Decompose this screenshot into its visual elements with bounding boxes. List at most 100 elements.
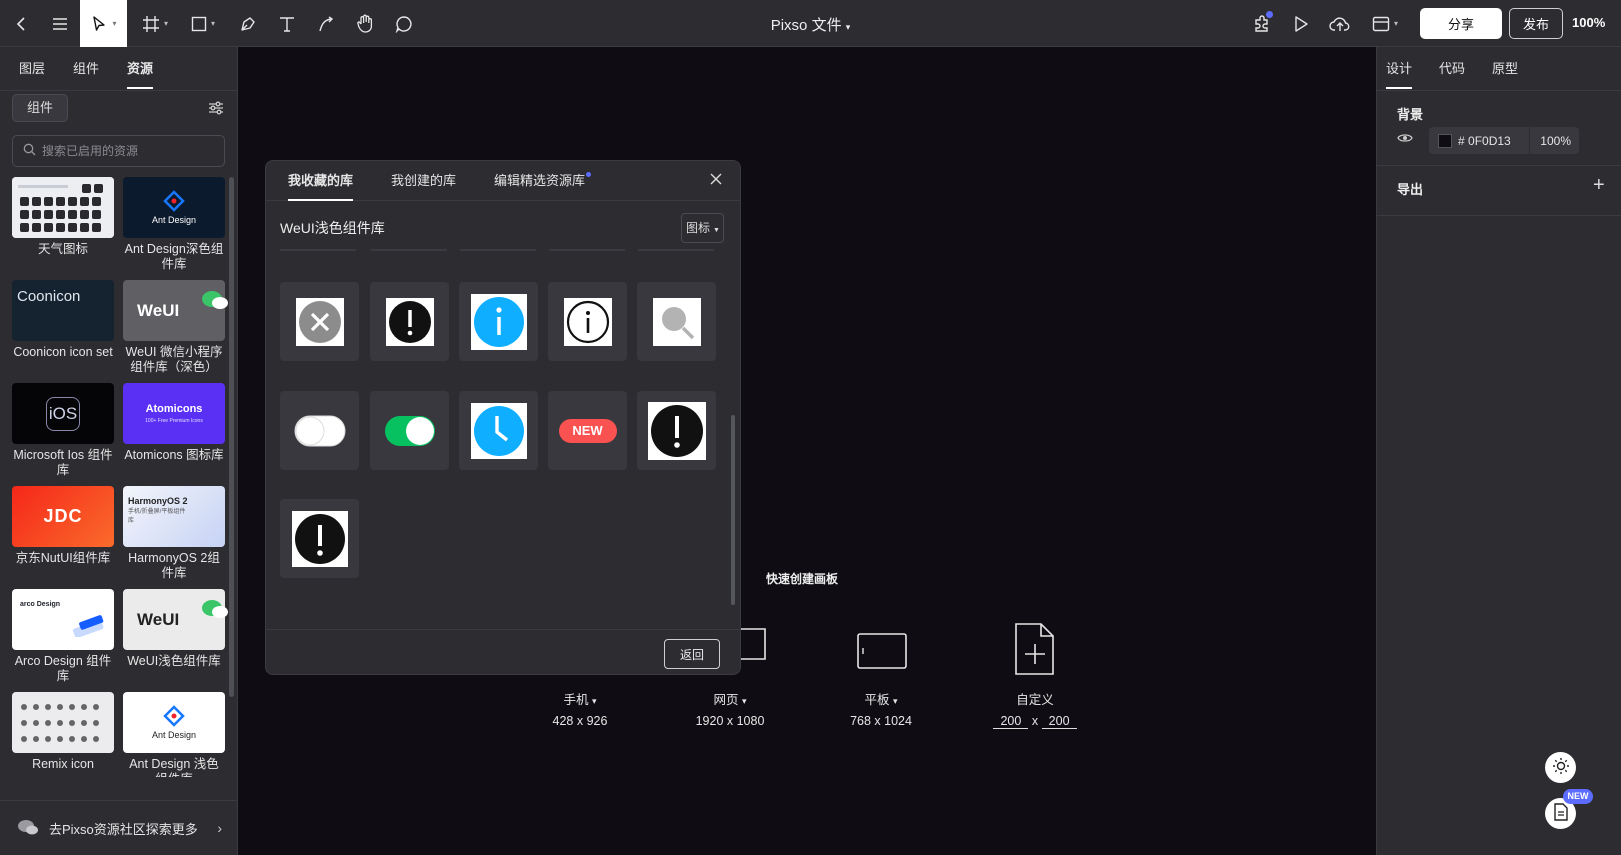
library-item[interactable]: WeUI WeUI浅色组件库 <box>123 589 228 669</box>
arco-design-thumbnail: arco Design <box>12 589 114 650</box>
tablet-preset-icon[interactable] <box>856 632 908 672</box>
theme-toggle-button[interactable] <box>1545 752 1576 783</box>
tab-prototype[interactable]: 原型 <box>1492 47 1518 91</box>
library-item[interactable]: Coonicon Coonicon icon set <box>12 280 114 360</box>
library-name: HarmonyOS 2组件库 <box>128 551 220 580</box>
eye-icon[interactable] <box>1397 132 1413 147</box>
left-scrollbar[interactable] <box>229 177 234 697</box>
close-icon[interactable] <box>709 172 723 189</box>
remix-icon-thumbnail <box>12 692 114 753</box>
layout-icon[interactable]: ▾ <box>1366 0 1404 47</box>
background-section-title: 背景 <box>1397 107 1424 122</box>
icon-asset-info-outline[interactable] <box>548 282 627 361</box>
tab-favorite-libraries[interactable]: 我收藏的库 <box>288 161 354 201</box>
custom-preset[interactable]: 自定义 200 x 200 <box>985 689 1085 729</box>
icon-asset-new[interactable]: NEW <box>548 391 627 470</box>
thumb-label: Ant Design <box>151 215 197 225</box>
preset-name: 手机 <box>563 693 589 707</box>
icon-asset-switch-off[interactable] <box>280 391 359 470</box>
library-item[interactable]: HarmonyOS 2 手机/折叠屏/平板组件库 HarmonyOS 2组件库 <box>123 486 225 581</box>
path-tool-icon[interactable] <box>310 0 342 47</box>
zoom-level[interactable]: 100% <box>1572 15 1605 30</box>
back-icon[interactable] <box>6 0 38 47</box>
tablet-preset[interactable]: 平板 ▾ 768 x 1024 <box>845 689 917 728</box>
library-grid: 天气图标 Ant Design Ant Design深色组件库 Coonicon… <box>12 177 228 777</box>
web-preset[interactable]: 网页 ▾ 1920 x 1080 <box>690 689 770 728</box>
file-title[interactable]: Pixso 文件 ▾ <box>771 17 851 34</box>
icon-asset-warn-circle[interactable] <box>280 499 359 578</box>
plugin-icon[interactable] <box>1247 0 1277 47</box>
custom-height-input[interactable]: 200 <box>1041 714 1077 729</box>
thumb-sublabel: 手机/折叠屏/平板组件库 <box>128 509 186 524</box>
library-item[interactable]: JDC 京东NutUI组件库 <box>12 486 114 566</box>
warn-circle-icon <box>647 401 706 460</box>
tab-code[interactable]: 代码 <box>1439 47 1465 91</box>
icon-asset-clear[interactable] <box>280 282 359 361</box>
frame-tool-icon[interactable]: ▾ <box>136 0 174 47</box>
library-item[interactable]: Atomicons 100+ Free Premium Icons Atomic… <box>123 383 225 463</box>
top-toolbar: ▾ ▾ ▾ Pixso 文件 ▾ ▾ 分享 发布 100% <box>0 0 1621 47</box>
library-item[interactable]: Remix icon <box>12 692 114 772</box>
atomicons-thumbnail: Atomicons 100+ Free Premium Icons <box>123 383 225 444</box>
category-select[interactable]: 图标 ▼ <box>681 213 724 243</box>
tab-design[interactable]: 设计 <box>1386 47 1413 91</box>
chevron-down-icon: ▾ <box>741 696 747 706</box>
search-icon <box>23 143 36 159</box>
phone-preset[interactable]: 手机 ▾ 428 x 926 <box>550 689 610 728</box>
play-icon[interactable] <box>1286 0 1316 47</box>
tab-my-libraries[interactable]: 我创建的库 <box>391 161 456 201</box>
thumb-label: JDC <box>43 506 83 526</box>
custom-preset-icon[interactable] <box>1013 622 1057 676</box>
library-item[interactable]: 天气图标 <box>12 177 114 257</box>
divider <box>1529 127 1530 154</box>
back-button[interactable]: 返回 <box>664 639 720 669</box>
icon-asset-search[interactable] <box>637 282 716 361</box>
menu-icon[interactable] <box>44 0 76 47</box>
add-export-icon[interactable]: + <box>1593 174 1605 197</box>
move-tool-icon[interactable]: ▾ <box>80 0 127 47</box>
icon-asset-switch-on[interactable] <box>370 391 449 470</box>
settings-sliders-icon[interactable] <box>207 99 225 117</box>
hand-tool-icon[interactable] <box>349 0 381 47</box>
library-item[interactable]: arco Design Arco Design 组件库 <box>12 589 114 684</box>
modal-scrollbar[interactable] <box>731 415 735 605</box>
icon-asset-waiting[interactable] <box>459 391 538 470</box>
search-input[interactable] <box>42 144 212 158</box>
component-filter-button[interactable]: 组件 <box>12 94 68 122</box>
pen-tool-icon[interactable] <box>232 0 264 47</box>
preset-name: 网页 <box>713 693 739 707</box>
notification-dot <box>1266 11 1273 18</box>
share-button[interactable]: 分享 <box>1420 8 1502 39</box>
asset-search[interactable] <box>12 135 225 167</box>
library-item[interactable]: Ant Design Ant Design深色组件库 <box>123 177 225 272</box>
library-name: 天气图标 <box>37 242 88 256</box>
library-name: WeUI浅色组件库 <box>127 654 221 668</box>
background-color-swatch[interactable] <box>1438 133 1452 148</box>
background-opacity[interactable]: 100% <box>1540 134 1571 148</box>
community-link[interactable]: 去Pixso资源社区探索更多 › <box>0 800 238 855</box>
tab-assets[interactable]: 资源 <box>127 47 154 91</box>
background-hex[interactable]: # 0F0D13 <box>1458 134 1511 148</box>
thumb-label: Ant Design <box>151 730 197 740</box>
upload-icon[interactable] <box>1325 0 1355 47</box>
publish-button[interactable]: 发布 <box>1509 8 1563 39</box>
preset-name: 自定义 <box>1016 693 1054 707</box>
shape-tool-icon[interactable]: ▾ <box>184 0 222 47</box>
preset-name: 平板 <box>864 693 890 707</box>
custom-width-input[interactable]: 200 <box>993 714 1029 729</box>
tab-featured-libraries[interactable]: 编辑精选资源库 <box>494 161 592 201</box>
new-tag-icon: NEW <box>558 417 617 445</box>
background-fill-row[interactable]: # 0F0D13 100% <box>1429 127 1579 154</box>
library-item[interactable]: Ant Design Ant Design 浅色组件库 <box>123 692 225 777</box>
text-tool-icon[interactable] <box>271 0 303 47</box>
tab-components[interactable]: 组件 <box>73 47 99 91</box>
icon-asset-warn-circle[interactable] <box>637 391 716 470</box>
chevron-down-icon: ▾ <box>591 696 597 706</box>
tab-layers[interactable]: 图层 <box>19 47 45 91</box>
comment-tool-icon[interactable] <box>388 0 420 47</box>
new-tag-label: NEW <box>558 418 617 443</box>
icon-asset-info[interactable] <box>459 282 538 361</box>
library-item[interactable]: WeUI WeUI 微信小程序组件库（深色） <box>123 280 228 375</box>
library-item[interactable]: iOS Microsoft Ios 组件库 <box>12 383 114 478</box>
icon-asset-warn[interactable] <box>370 282 449 361</box>
